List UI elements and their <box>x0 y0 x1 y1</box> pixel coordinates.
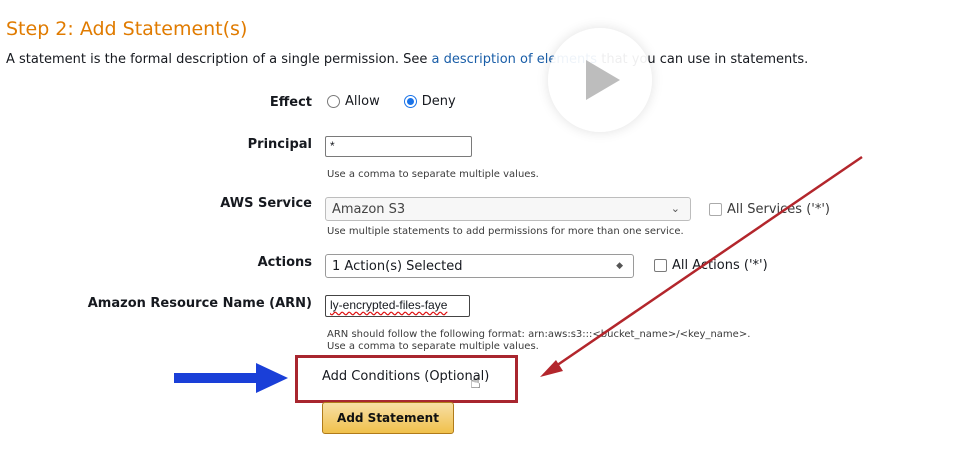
actions-value: 1 Action(s) Selected <box>332 259 463 274</box>
all-services-label: All Services ('*') <box>727 202 830 217</box>
checkbox-icon[interactable] <box>709 203 722 216</box>
blue-arrow-icon <box>174 363 288 393</box>
radio-deny-icon[interactable] <box>403 95 417 108</box>
statement-description: A statement is the formal description of… <box>6 52 808 67</box>
video-play-button[interactable] <box>548 28 652 132</box>
add-statement-button[interactable]: Add Statement <box>322 402 454 434</box>
aws-service-select[interactable]: Amazon S3 ⌄ <box>325 197 691 221</box>
principal-hint: Use a comma to separate multiple values. <box>327 169 539 180</box>
checkbox-icon[interactable] <box>654 259 667 272</box>
actions-label: Actions <box>257 255 312 270</box>
hand-pointer-icon: ☝ <box>470 372 481 393</box>
arn-input[interactable]: ly-encrypted-files-faye <box>325 295 470 317</box>
aws-service-label: AWS Service <box>220 196 312 211</box>
arn-label: Amazon Resource Name (ARN) <box>87 296 312 311</box>
all-services-checkbox[interactable]: All Services ('*') <box>709 202 830 217</box>
allow-label: Allow <box>345 94 380 109</box>
radio-allow-icon[interactable] <box>327 95 340 108</box>
description-text: A statement is the formal description of… <box>6 52 432 67</box>
all-actions-label: All Actions ('*') <box>672 258 768 273</box>
arn-hint-comma: Use a comma to separate multiple values. <box>327 341 539 352</box>
actions-select[interactable]: 1 Action(s) Selected ◆ <box>325 254 634 278</box>
aws-service-hint: Use multiple statements to add permissio… <box>327 226 684 237</box>
principal-label: Principal <box>247 137 312 152</box>
add-conditions-link[interactable]: Add Conditions (Optional) <box>322 369 489 384</box>
chevron-down-icon: ⌄ <box>670 202 680 215</box>
effect-label: Effect <box>269 95 312 110</box>
principal-input[interactable]: * <box>325 136 472 157</box>
deny-label: Deny <box>421 94 456 109</box>
arn-value: ly-encrypted-files-faye <box>330 298 448 312</box>
effect-allow-radio[interactable]: Allow <box>327 94 380 109</box>
arn-hint-format: ARN should follow the following format: … <box>327 329 751 340</box>
select-arrows-icon: ◆ <box>616 261 623 271</box>
effect-radio-group: Allow Deny <box>327 94 480 109</box>
all-actions-checkbox[interactable]: All Actions ('*') <box>654 258 768 273</box>
page-title: Step 2: Add Statement(s) <box>6 18 248 40</box>
play-icon <box>586 60 620 100</box>
effect-deny-radio[interactable]: Deny <box>403 94 456 109</box>
aws-service-value: Amazon S3 <box>332 202 406 217</box>
